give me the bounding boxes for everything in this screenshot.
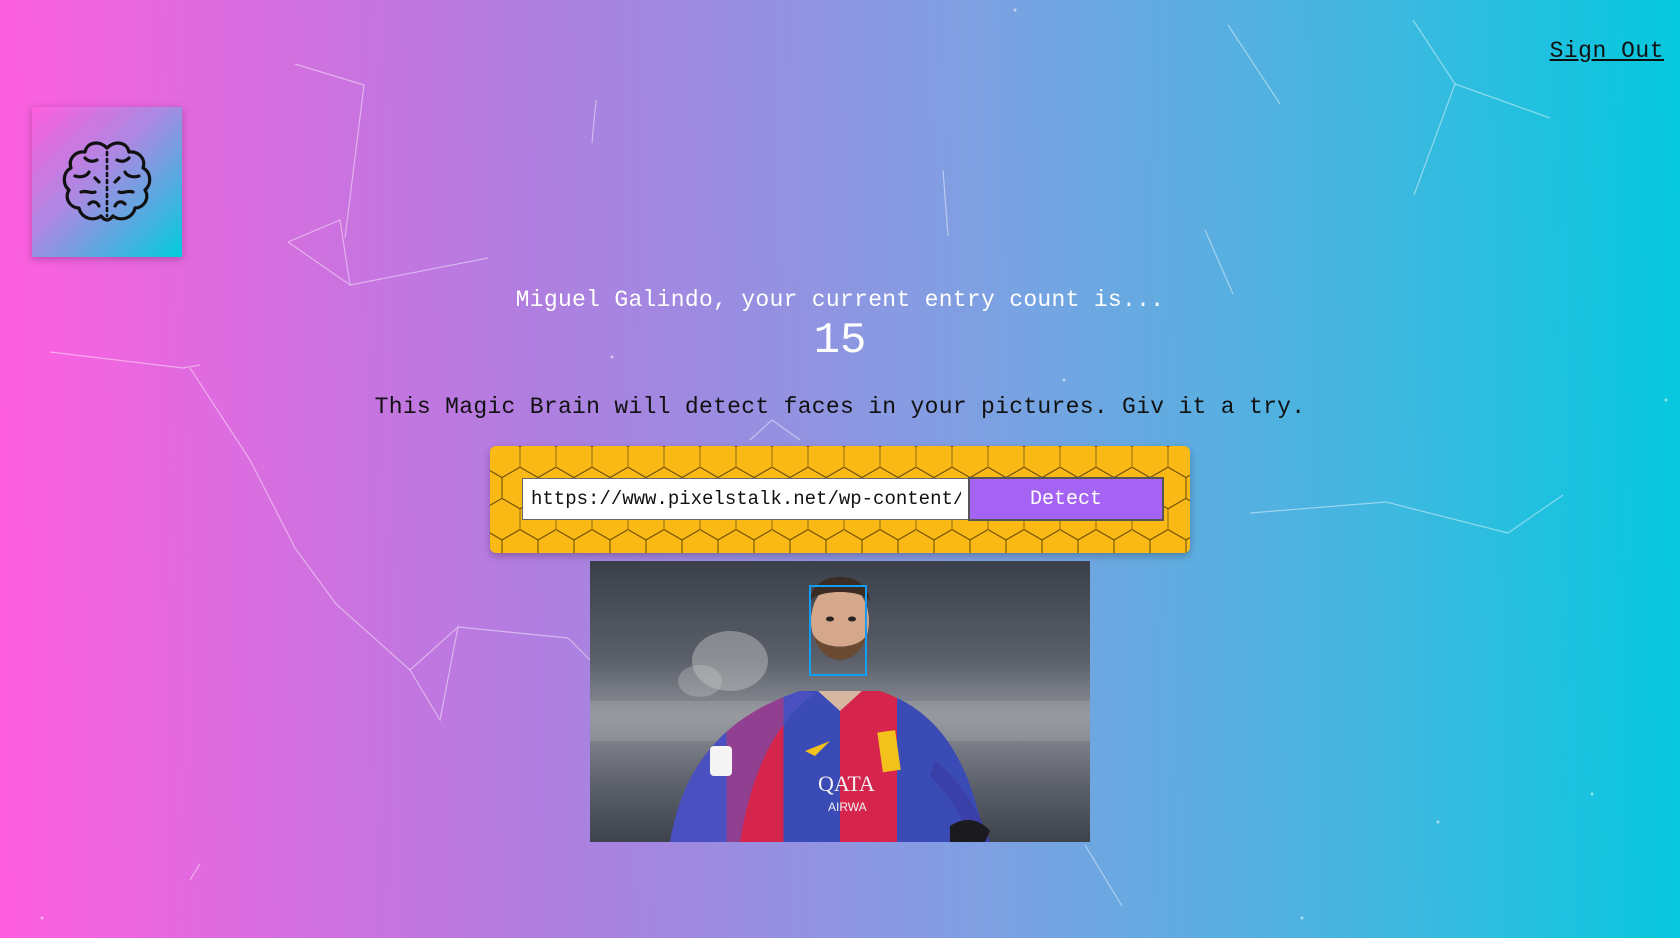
entry-count: 15: [813, 316, 867, 366]
face-bounding-box: [809, 585, 867, 676]
image-link-form: Detect: [490, 446, 1190, 553]
app-description: This Magic Brain will detect faces in yo…: [374, 394, 1306, 420]
svg-text:QATA: QATA: [818, 771, 875, 796]
result-image: QATA AIRWA: [590, 561, 1090, 842]
user-greeting: Miguel Galindo, your current entry count…: [515, 287, 1165, 313]
svg-text:AIRWA: AIRWA: [828, 800, 867, 814]
brain-icon: [62, 141, 152, 222]
detect-button[interactable]: Detect: [968, 477, 1164, 521]
sign-out-link[interactable]: Sign Out: [1550, 38, 1664, 64]
image-url-input[interactable]: [522, 478, 970, 520]
logo-card: [32, 107, 182, 257]
